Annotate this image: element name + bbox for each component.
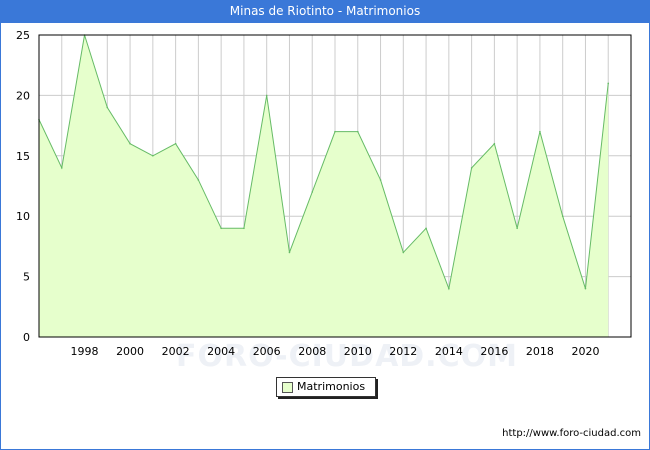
- data-point-2011: [379, 179, 382, 181]
- data-point-1997: [60, 167, 63, 169]
- legend: Matrimonios: [276, 377, 376, 397]
- legend-label: Matrimonios: [297, 380, 366, 393]
- legend-swatch: [282, 382, 293, 393]
- data-point-2014: [448, 287, 450, 290]
- data-point-2018: [539, 130, 541, 133]
- x-tick-label: 2004: [207, 345, 235, 358]
- data-point-2013: [425, 227, 427, 230]
- data-point-2017: [516, 227, 518, 230]
- data-point-2006: [265, 94, 268, 97]
- x-tick-label: 2000: [116, 345, 144, 358]
- x-tick-label: 2018: [526, 345, 554, 358]
- data-point-2016: [493, 142, 496, 145]
- x-tick-label: 1998: [71, 345, 99, 358]
- data-point-2002: [174, 142, 177, 145]
- x-tick-label: 2012: [389, 345, 417, 358]
- x-tick-label: 2002: [162, 345, 190, 358]
- y-tick-label: 0: [23, 331, 30, 344]
- data-point-2019: [561, 215, 564, 217]
- data-point-2008: [311, 191, 314, 193]
- x-tick-label: 2006: [253, 345, 281, 358]
- data-point-2012: [402, 251, 405, 254]
- data-point-2010: [356, 130, 359, 133]
- data-point-2015: [470, 167, 473, 169]
- x-tick-label: 2016: [480, 345, 508, 358]
- data-point-2020: [584, 287, 587, 290]
- x-tick-label: 2008: [298, 345, 326, 358]
- data-point-2007: [288, 251, 291, 254]
- source-url: http://www.foro-ciudad.com: [502, 428, 641, 439]
- y-tick-label: 25: [16, 29, 30, 42]
- data-point-2005: [243, 227, 245, 230]
- data-point-2000: [129, 142, 131, 145]
- data-point-2004: [220, 227, 222, 230]
- y-tick-label: 20: [16, 89, 30, 102]
- data-point-2003: [197, 179, 200, 181]
- y-tick-label: 10: [16, 210, 30, 223]
- data-point-2021: [607, 82, 610, 85]
- x-tick-label: 2020: [571, 345, 599, 358]
- data-point-1999: [106, 106, 109, 109]
- y-tick-label: 5: [23, 271, 30, 284]
- x-tick-label: 2010: [344, 345, 372, 358]
- y-tick-label: 15: [16, 150, 30, 163]
- x-tick-label: 2014: [435, 345, 463, 358]
- data-point-2001: [152, 155, 154, 157]
- data-point-2009: [334, 130, 336, 133]
